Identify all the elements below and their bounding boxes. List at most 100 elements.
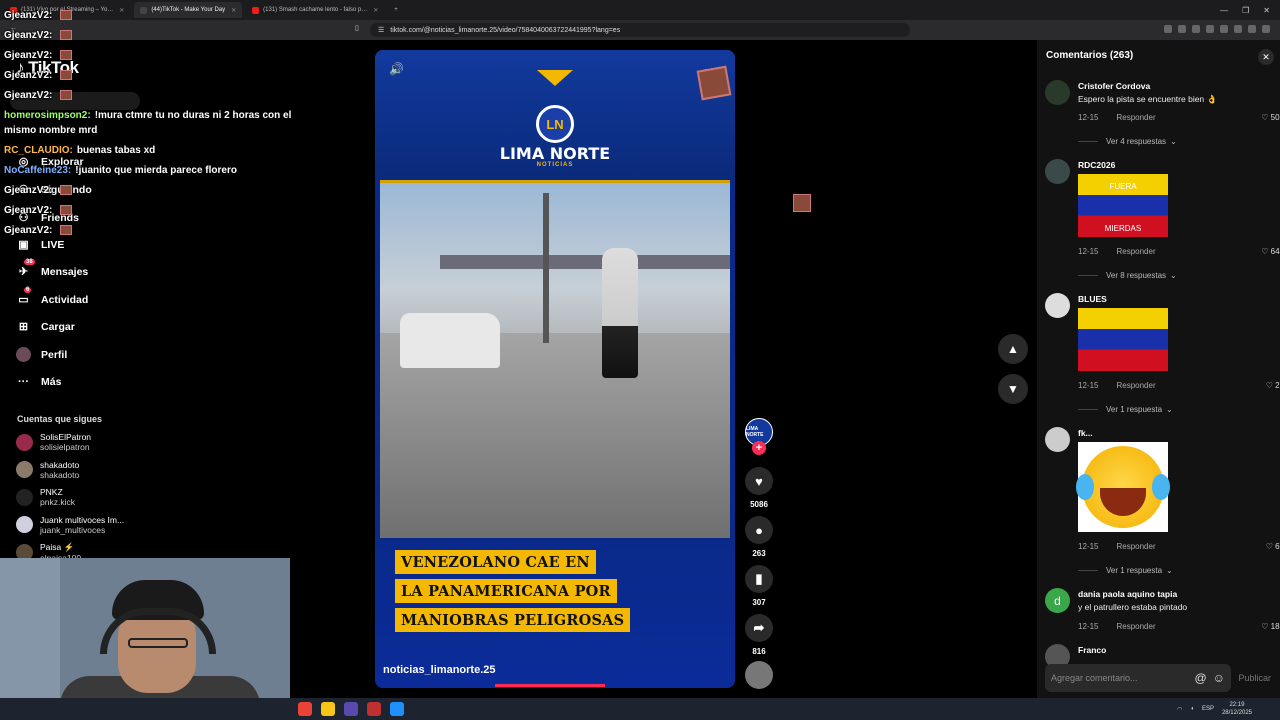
comment-author[interactable]: BLUES <box>1078 294 1107 304</box>
music-disc[interactable] <box>745 661 773 689</box>
nav-item-mensajes[interactable]: ✈ 38 Mensajes <box>16 259 88 279</box>
avatar[interactable] <box>1045 293 1070 318</box>
comment-author[interactable]: dania paola aquino tapia <box>1078 589 1177 599</box>
nav-item-actividad[interactable]: ▭ 6 Actividad <box>16 287 88 307</box>
nav-item-live[interactable]: ▣ LIVE <box>16 237 64 252</box>
following-name: PNKZ <box>40 487 63 497</box>
chat-message: GjeanzV2: <box>4 30 73 41</box>
following-item[interactable]: Juank multivoces Im... juank_multivoces <box>16 515 124 535</box>
taskbar-app-icon[interactable] <box>344 702 358 716</box>
comment-author[interactable]: Franco <box>1078 645 1106 655</box>
browser-tab[interactable]: (131) Smash cachame lento - falso p… ✕ <box>246 2 384 18</box>
view-replies-button[interactable]: Ver 1 respuesta ⌄ <box>1078 405 1173 414</box>
view-replies-button[interactable]: Ver 8 respuestas ⌄ <box>1078 271 1177 280</box>
reply-button[interactable]: Responder <box>1116 247 1155 256</box>
comment-like-button[interactable]: ♡ 21 <box>1266 381 1280 390</box>
nav-item-perfil[interactable]: Perfil <box>16 347 67 362</box>
extension-icon[interactable] <box>1164 25 1172 33</box>
following-item[interactable]: PNKZ pnkz.kick <box>16 487 75 507</box>
comment-button[interactable]: ● 263 <box>744 516 774 558</box>
save-button[interactable]: ▮ 307 <box>744 565 774 607</box>
comment-like-button[interactable]: ♡ 648 <box>1261 247 1280 256</box>
extension-icon[interactable] <box>1192 25 1200 33</box>
close-tab-icon[interactable]: ✕ <box>119 7 124 14</box>
extension-icon[interactable] <box>1234 25 1242 33</box>
nav-item-cargar[interactable]: ⊞ Cargar <box>16 319 75 334</box>
comments-title: Comentarios (263) <box>1046 50 1134 61</box>
heart-icon: ♥ <box>745 467 773 495</box>
chat-text: !juanito que mierda parece florero <box>75 165 237 176</box>
comment-author[interactable]: Cristofer Cordova <box>1078 81 1150 91</box>
extension-icon[interactable] <box>1206 25 1214 33</box>
following-item[interactable]: SolisElPatron solisielpatron <box>16 432 91 452</box>
next-video-button[interactable]: ▼ <box>998 374 1028 404</box>
browser-tab-active[interactable]: (44)TikTok - Make Your Day ✕ <box>134 2 243 18</box>
nav-item-ms[interactable]: ··· Más <box>16 374 61 389</box>
extension-icon[interactable] <box>1262 25 1270 33</box>
comment-like-button[interactable]: ♡ 185 <box>1261 622 1280 631</box>
emote-sticker <box>696 65 732 101</box>
new-tab-button[interactable]: + <box>388 2 404 18</box>
emote-icon <box>60 10 73 21</box>
close-comments-button[interactable]: ✕ <box>1258 49 1274 65</box>
publish-button[interactable]: Publicar <box>1238 673 1271 683</box>
view-replies-label: Ver 1 respuesta <box>1106 566 1163 575</box>
close-window-button[interactable]: ✕ <box>1263 6 1270 15</box>
bookmark-icon: ▮ <box>745 565 773 593</box>
close-tab-icon[interactable]: ✕ <box>373 7 378 14</box>
taskbar-app-icon[interactable] <box>390 702 404 716</box>
view-replies-button[interactable]: Ver 4 respuestas ⌄ <box>1078 137 1177 146</box>
emoji-icon[interactable]: ☺ <box>1213 671 1225 685</box>
reply-button[interactable]: Responder <box>1116 622 1155 631</box>
extension-icon[interactable] <box>1178 25 1186 33</box>
headline-line: MANIOBRAS PELIGROSAS <box>395 608 631 632</box>
like-button[interactable]: ♥ 5086 <box>744 467 774 509</box>
avatar[interactable] <box>1045 80 1070 105</box>
maximize-button[interactable]: ❐ <box>1242 6 1249 15</box>
comment-author[interactable]: fk... <box>1078 428 1093 438</box>
bookmark-icon[interactable]: ▯ <box>355 24 359 32</box>
taskbar-app-icon[interactable] <box>367 702 381 716</box>
wifi-icon[interactable]: ◠ <box>1177 706 1182 713</box>
minimize-button[interactable]: — <box>1220 6 1228 15</box>
comment-like-button[interactable]: ♡ 67 <box>1266 542 1280 551</box>
avatar[interactable] <box>1045 159 1070 184</box>
site-info-icon[interactable]: ☰ <box>378 26 384 34</box>
volume-icon[interactable]: 🔊 <box>389 62 404 76</box>
comment-input[interactable]: Agregar comentario... @ ☺ <box>1045 664 1231 692</box>
mention-icon[interactable]: @ <box>1195 671 1207 685</box>
comment-meta: 12-15 Responder ♡ 502 <box>1078 113 1280 122</box>
previous-video-button[interactable]: ▲ <box>998 334 1028 364</box>
comment-meta: 12-15 Responder ♡ 21 <box>1078 381 1280 390</box>
avatar[interactable] <box>1045 427 1070 452</box>
video-progress-bar[interactable] <box>495 684 605 687</box>
video-brand: LIMA NORTE <box>499 144 611 163</box>
comment-meta: 12-15 Responder ♡ 185 <box>1078 622 1280 631</box>
video-player[interactable]: 🔊 ··· LN LIMA NORTE NOTICIAS VENEZOLANO … <box>375 50 735 688</box>
share-button[interactable]: ➦ 816 <box>744 614 774 656</box>
clock[interactable]: 22:19 28/12/2025 <box>1222 701 1252 717</box>
close-tab-icon[interactable]: ✕ <box>231 7 236 14</box>
language-indicator[interactable]: ESP <box>1202 706 1214 712</box>
reply-button[interactable]: Responder <box>1116 542 1155 551</box>
extension-icon[interactable] <box>1248 25 1256 33</box>
volume-icon[interactable]: ◖ <box>1190 706 1194 712</box>
view-replies-button[interactable]: Ver 1 respuesta ⌄ <box>1078 566 1173 575</box>
following-text: Juank multivoces Im... juank_multivoces <box>40 515 124 535</box>
video-account[interactable]: noticias_limanorte.25 <box>383 664 496 676</box>
comment-like-count: 185 <box>1270 622 1280 631</box>
comment-author[interactable]: RDC2026 <box>1078 160 1115 170</box>
avatar[interactable]: d <box>1045 588 1070 613</box>
taskbar-app-icon[interactable] <box>321 702 335 716</box>
chat-message: GjeanzV2: <box>4 225 73 236</box>
follow-plus-button[interactable]: + <box>752 441 766 455</box>
url-field[interactable]: ☰ tiktok.com/@noticias_limanorte.25/video… <box>370 23 910 37</box>
following-item[interactable]: shakadoto shakadoto <box>16 460 79 480</box>
reply-button[interactable]: Responder <box>1116 381 1155 390</box>
reply-button[interactable]: Responder <box>1116 113 1155 122</box>
taskbar-app-icon[interactable] <box>298 702 312 716</box>
comment-like-button[interactable]: ♡ 502 <box>1261 113 1280 122</box>
extension-icon[interactable] <box>1220 25 1228 33</box>
video-frame <box>380 180 730 541</box>
chat-username: homerosimpson2: <box>4 110 91 121</box>
